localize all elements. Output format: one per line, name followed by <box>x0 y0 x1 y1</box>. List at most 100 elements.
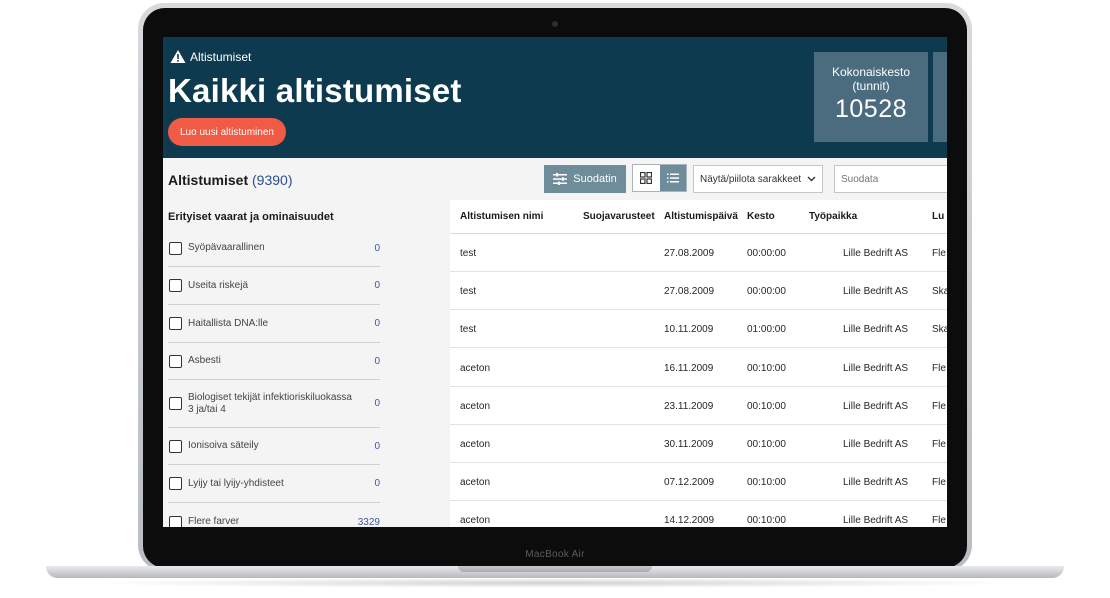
table-row[interactable]: aceton 16.11.2009 00:10:00 Lille Bedrift AS… <box>450 349 947 387</box>
cell-truncated: Fle <box>932 515 946 527</box>
cell-name: test <box>460 286 477 298</box>
column-header-workplace[interactable]: Työpaikka <box>809 211 857 222</box>
column-header-date[interactable]: Altistumispäivä <box>664 211 738 222</box>
cell-name: aceton <box>460 515 491 527</box>
cell-truncated: Ska <box>932 324 947 336</box>
cell-duration: 00:10:00 <box>747 362 786 374</box>
table-row[interactable]: test 10.11.2009 01:00:00 Lille Bedrift AS Sk… <box>450 310 947 349</box>
column-header-duration[interactable]: Kesto <box>747 211 775 222</box>
list-title-text: Altistumiset <box>168 172 249 188</box>
total-duration-card: Kokonaiskesto (tunnit) 10528 <box>814 52 928 142</box>
list-icon <box>666 173 679 183</box>
sliders-icon <box>553 173 568 185</box>
filter-item-label: Asbesti <box>188 355 221 366</box>
filter-item-label: Syöpävaarallinen <box>188 242 265 253</box>
list-title: Altistumiset (9390) <box>168 172 292 188</box>
cell-duration: 00:00:00 <box>747 286 786 298</box>
breadcrumb[interactable]: Altistumiset <box>170 49 251 64</box>
cell-duration: 00:10:00 <box>747 439 786 450</box>
cell-duration: 00:00:00 <box>747 248 786 259</box>
table-row[interactable]: aceton 30.11.2009 00:10:00 Lille Bedrift AS… <box>450 425 947 463</box>
exposures-table: Altistumisen nimi Suojavarusteet Altistu… <box>450 200 947 527</box>
grid-view-button[interactable] <box>633 165 660 191</box>
cell-duration: 00:10:00 <box>747 515 786 527</box>
cell-workplace: Lille Bedrift AS <box>843 362 909 374</box>
cell-workplace: Lille Bedrift AS <box>843 477 909 489</box>
cell-date: 14.12.2009 <box>664 515 715 527</box>
filter-item-label: Haitallista DNA:lle <box>188 317 269 329</box>
stat-label: Kokonaiskesto (tunnit) <box>831 65 911 93</box>
checkbox[interactable] <box>169 317 182 330</box>
table-row[interactable]: test 27.08.2009 00:00:00 Lille Bedrift AS Sk… <box>450 272 947 311</box>
cell-name: aceton <box>460 477 491 489</box>
camera-icon <box>552 21 558 27</box>
filter-item-count: 0 <box>374 318 380 329</box>
columns-select[interactable]: Näytä/piilota sarakkeet <box>693 165 823 193</box>
list-view-button[interactable] <box>659 165 686 191</box>
column-header-protective-gear[interactable]: Suojavarusteet <box>583 211 655 222</box>
table-row[interactable]: test 27.08.2009 00:00:00 Lille Bedrift AS Fl… <box>450 234 947 272</box>
grid-icon <box>640 172 653 184</box>
filter-item-count: 0 <box>374 398 380 409</box>
filter-item-label: Biologiset tekijät infektioriskiluokassa… <box>188 391 352 415</box>
filter-button-label: Suodatin <box>573 173 617 185</box>
cell-duration: 01:00:00 <box>747 324 786 336</box>
filter-item[interactable]: Lyijy tai lyijy-yhdisteet 0 <box>168 465 380 503</box>
page-header: Altistumiset Kaikki altistumiset Luo uus… <box>163 37 947 158</box>
checkbox[interactable] <box>169 279 182 292</box>
create-exposure-button[interactable]: Luo uusi altistuminen <box>168 118 286 146</box>
sidebar-heading: Erityiset vaarat ja ominaisuudet <box>168 211 334 223</box>
filter-button[interactable]: Suodatin <box>544 165 626 193</box>
cell-workplace: Lille Bedrift AS <box>843 439 909 450</box>
filter-item[interactable]: Ionisoiva säteily 0 <box>168 428 380 465</box>
cell-workplace: Lille Bedrift AS <box>843 400 909 412</box>
cell-truncated: Fle <box>932 400 946 412</box>
warning-icon <box>170 50 186 63</box>
search-input[interactable] <box>834 165 947 193</box>
column-header-truncated[interactable]: Lu <box>932 211 944 222</box>
checkbox[interactable] <box>169 354 182 368</box>
filter-item[interactable]: Useita riskejä 0 <box>168 267 380 305</box>
breadcrumb-label: Altistumiset <box>190 49 252 64</box>
table-row[interactable]: aceton 14.12.2009 00:10:00 Lille Bedrift AS… <box>450 501 947 527</box>
filter-item-count: 0 <box>374 478 380 489</box>
cell-duration: 00:10:00 <box>747 400 786 412</box>
checkbox[interactable] <box>169 515 182 527</box>
filter-item-label: Ionisoiva säteily <box>188 440 259 451</box>
cell-date: 10.11.2009 <box>664 324 714 336</box>
laptop-mockup: MacBook Air Altistumiset Kaikki altistum… <box>0 0 1110 598</box>
filter-item[interactable]: Haitallista DNA:lle 0 <box>168 305 380 343</box>
checkbox[interactable] <box>169 241 182 255</box>
filter-item-count: 0 <box>374 440 380 452</box>
cell-name: aceton <box>460 400 491 412</box>
checkbox[interactable] <box>169 439 182 453</box>
filter-list: Syöpävaarallinen 0 Useita riskejä 0 Hait… <box>168 230 380 527</box>
cell-truncated: Fle <box>932 477 946 489</box>
columns-select-label: Näytä/piilota sarakkeet <box>700 173 802 185</box>
cell-workplace: Lille Bedrift AS <box>843 324 909 336</box>
cell-workplace: Lille Bedrift AS <box>843 248 909 259</box>
laptop-notch <box>458 566 652 572</box>
list-count: (9390) <box>252 172 293 188</box>
filter-item[interactable]: Biologiset tekijät infektioriskiluokassa… <box>168 380 380 428</box>
view-toggle <box>632 164 687 192</box>
checkbox[interactable] <box>169 477 182 490</box>
filter-item-count: 0 <box>374 280 380 291</box>
filter-item[interactable]: Syöpävaarallinen 0 <box>168 230 380 267</box>
table-row[interactable]: aceton 23.11.2009 00:10:00 Lille Bedrift AS… <box>450 387 947 425</box>
cell-workplace: Lille Bedrift AS <box>843 515 909 527</box>
checkbox[interactable] <box>169 397 182 410</box>
device-model-label: MacBook Air <box>525 549 585 560</box>
cell-name: test <box>460 248 477 259</box>
cell-date: 16.11.2009 <box>664 362 714 374</box>
table-row[interactable]: aceton 07.12.2009 00:10:00 Lille Bedrift AS… <box>450 463 947 502</box>
laptop-shadow <box>80 578 1030 588</box>
cell-truncated: Fle <box>932 362 946 374</box>
filter-item[interactable]: Asbesti 0 <box>168 343 380 380</box>
stat-card-partial <box>933 52 947 142</box>
table-header: Altistumisen nimi Suojavarusteet Altistu… <box>450 200 947 234</box>
filter-item[interactable]: Flere farver 3329 <box>168 503 380 527</box>
filter-item-label: Lyijy tai lyijy-yhdisteet <box>188 477 284 489</box>
column-header-name[interactable]: Altistumisen nimi <box>460 211 543 222</box>
app-screen: Altistumiset Kaikki altistumiset Luo uus… <box>163 37 947 527</box>
